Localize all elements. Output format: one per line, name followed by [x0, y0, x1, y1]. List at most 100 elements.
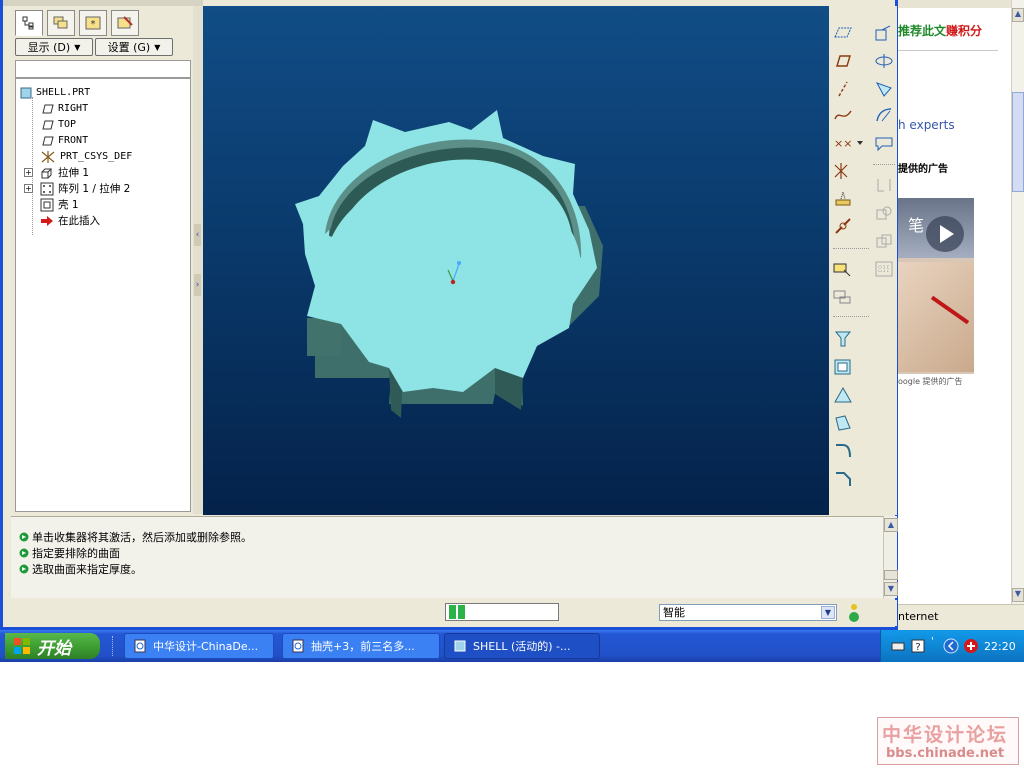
zone-label: nternet [898, 610, 939, 623]
shell-part-model[interactable] [203, 6, 829, 515]
play-icon[interactable] [926, 216, 964, 252]
tree-node-csys[interactable]: PRT_CSYS_DEF [40, 149, 132, 164]
selection-filter-value: 智能 [663, 606, 685, 619]
model-tree-tab[interactable] [15, 10, 43, 36]
analysis-tool-icon[interactable] [832, 188, 854, 210]
show-button[interactable]: 显示 (D) ▼ [15, 38, 93, 56]
mirror-tool-icon[interactable] [873, 50, 895, 72]
shell-tool-icon[interactable] [832, 356, 854, 378]
coordinate-system-tool-icon[interactable] [832, 160, 854, 182]
offset-tool-icon[interactable] [873, 174, 895, 196]
message-text: 选取曲面来指定厚度。 [32, 562, 142, 576]
navigator-header-strip [15, 60, 191, 78]
proe-app-icon [454, 640, 466, 652]
tree-node-insert-here[interactable]: 在此插入 [40, 213, 100, 228]
message-scrollbar[interactable]: ▲ ▼ [883, 516, 898, 598]
navigator-splitter[interactable]: ‹ › [193, 6, 203, 514]
tree-node-top[interactable]: TOP [40, 117, 76, 132]
revolve-tool-icon[interactable] [832, 286, 854, 308]
favorites-icon: * [85, 16, 101, 30]
solidify-tool-icon[interactable] [873, 230, 895, 252]
draft-tool-icon[interactable] [832, 412, 854, 434]
scroll-up-icon[interactable]: ▲ [884, 518, 898, 532]
datum-point-tool-icon[interactable] [832, 78, 854, 100]
chamfer-tool-icon[interactable] [832, 468, 854, 490]
tree-node-label: RIGHT [58, 103, 89, 114]
task-button-proe[interactable]: SHELL (活动的) -... [444, 633, 600, 659]
rib-tool-icon[interactable] [832, 384, 854, 406]
browser-window: 推荐此文赚积分 h experts 提供的广告 笔 oogle 提供的广告 [898, 0, 1024, 630]
quicklaunch-grip [112, 636, 116, 656]
point-tool-icon[interactable]: ×× [832, 132, 854, 154]
tree-node-right[interactable]: RIGHT [40, 101, 88, 116]
svg-text:*: * [91, 19, 96, 30]
tree-node-root[interactable]: SHELL.PRT [20, 85, 90, 100]
scroll-down-icon[interactable]: ▼ [884, 582, 898, 596]
security-shield-icon[interactable] [963, 638, 979, 654]
extrude-tool-icon[interactable] [832, 258, 854, 280]
chain-tool-icon[interactable] [832, 216, 854, 238]
datum-axis-tool-icon[interactable] [832, 50, 854, 72]
show-hidden-icons-icon[interactable] [943, 638, 959, 654]
expand-right-icon[interactable]: › [194, 274, 201, 296]
copy-tool-icon[interactable] [873, 22, 895, 44]
ads-by-label: 提供的广告 [898, 160, 948, 175]
expand-toggle[interactable]: + [24, 168, 33, 177]
expand-toggle[interactable]: + [24, 184, 33, 193]
arrow-right-icon [19, 548, 29, 557]
collapse-left-icon[interactable]: ‹ [194, 224, 201, 246]
chevron-down-icon[interactable]: ▼ [821, 606, 835, 619]
browser-scrollbar[interactable]: ▲ ▼ [1011, 0, 1024, 604]
settings-button-label: 设置 (G) [107, 41, 151, 54]
merge-tool-icon[interactable] [873, 78, 895, 100]
scroll-thumb[interactable] [884, 570, 898, 580]
thicken-tool-icon[interactable] [873, 202, 895, 224]
scroll-thumb[interactable] [1012, 92, 1024, 192]
start-button[interactable]: 开始 [5, 633, 100, 659]
ad-title: 推荐此文赚积分 [898, 22, 1011, 52]
ad-title-red: 赚积分 [946, 24, 983, 38]
chevron-down-icon[interactable] [855, 132, 865, 154]
tree-node-pattern[interactable]: 阵列 1 / 拉伸 2 [40, 181, 130, 196]
sketch-curve-tool-icon[interactable] [832, 104, 854, 126]
datum-plane-tool-icon[interactable] [832, 22, 854, 44]
taskbar: 开始 中华设计-ChinaDe... 抽壳+3，前三名多... SHELL (活… [0, 630, 1024, 662]
divider [898, 50, 998, 51]
insert-here-icon [41, 215, 53, 226]
tree-node-extrude[interactable]: 拉伸 1 [40, 165, 89, 180]
tree-node-front[interactable]: FRONT [40, 133, 88, 148]
settings-button[interactable]: 设置 (G) ▼ [95, 38, 173, 56]
datum-plane-icon [42, 104, 54, 113]
experts-link[interactable]: h experts [898, 118, 955, 132]
extend-tool-icon[interactable] [873, 132, 895, 154]
datum-plane-icon [42, 120, 54, 129]
graphics-viewport[interactable] [203, 6, 829, 515]
help-icon[interactable]: ? [911, 639, 925, 653]
traffic-light-icon[interactable] [847, 602, 861, 624]
scroll-down-icon[interactable]: ▼ [1012, 588, 1024, 602]
message-area: 单击收集器将其激活，然后添加或删除参照。 指定要排除的曲面 选取曲面来指定厚度。 [11, 516, 883, 598]
tree-node-label: 拉伸 1 [58, 167, 90, 179]
settings-tab-icon [117, 16, 133, 29]
ad-image[interactable]: 笔 [898, 198, 974, 374]
message-text: 指定要排除的曲面 [32, 546, 120, 560]
favorites-tab[interactable]: * [79, 10, 107, 36]
trim-tool-icon[interactable] [873, 104, 895, 126]
model-navigator: * 显示 (D) ▼ 设置 (G) ▼ SHELL.PRT RIGHT TOP … [7, 6, 193, 514]
round-tool-icon[interactable] [832, 440, 854, 462]
task-button-chinade[interactable]: 中华设计-ChinaDe... [124, 633, 274, 659]
scroll-up-icon[interactable]: ▲ [1012, 8, 1024, 22]
pattern-tool-icon[interactable] [873, 258, 895, 280]
selection-filter-select[interactable]: 智能 ▼ [659, 604, 837, 621]
layers-tab[interactable] [47, 10, 75, 36]
keyboard-icon[interactable] [891, 639, 905, 653]
progress-indicator-icon [449, 605, 465, 619]
status-bar: 智能 ▼ [11, 600, 897, 626]
task-button-shell-post[interactable]: 抽壳+3，前三名多... [282, 633, 440, 659]
hole-tool-icon[interactable] [832, 328, 854, 350]
tree-node-label: TOP [58, 119, 77, 130]
tree-node-shell[interactable]: 壳 1 [40, 197, 79, 212]
chevron-down-icon: ▼ [74, 42, 81, 52]
right-feature-toolbar: ×× [829, 6, 897, 515]
settings-tab[interactable] [111, 10, 139, 36]
